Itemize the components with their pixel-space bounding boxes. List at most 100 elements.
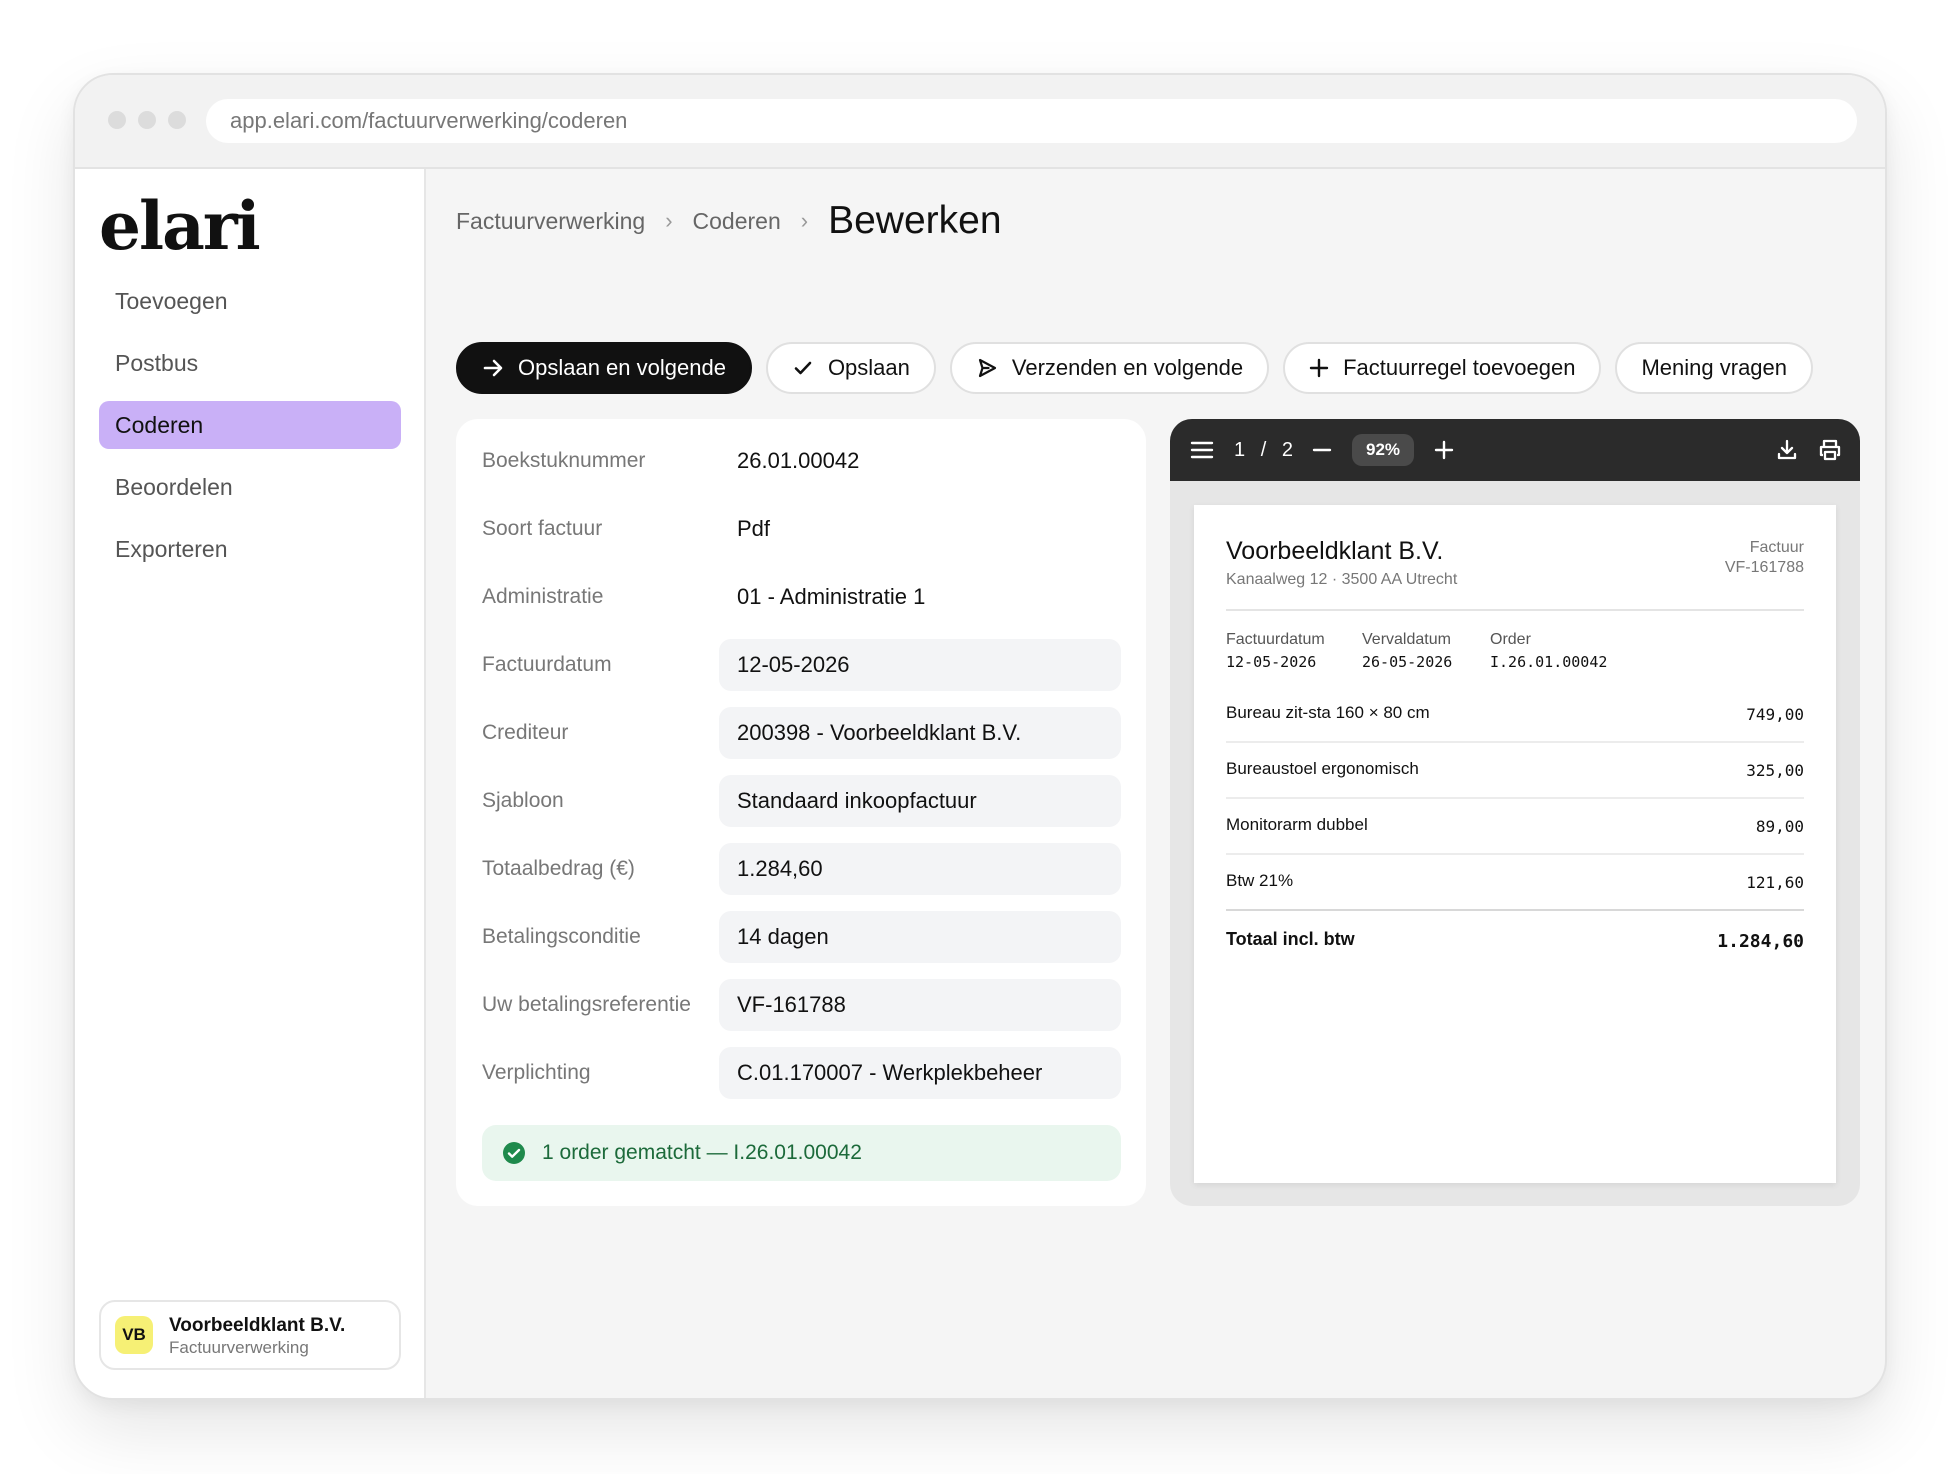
- field-value: Pdf: [737, 516, 771, 541]
- field-label: Administratie: [482, 585, 604, 608]
- pdf-toolbar: 1 / 2 92%: [1170, 419, 1860, 481]
- account-switcher[interactable]: VB Voorbeeldklant B.V. Factuurverwerking: [99, 1300, 401, 1370]
- page-separator: /: [1260, 439, 1267, 461]
- factuurdatum-input[interactable]: 12-05-2026: [719, 639, 1121, 691]
- plus-icon: [1309, 358, 1329, 378]
- field-verplichting: Verplichting C.01.170007 - Werkplekbehee…: [482, 1047, 1122, 1099]
- field-label: Crediteur: [482, 721, 569, 744]
- invoice-meta-factuurdatum: Factuurdatum 12-05-2026: [1226, 631, 1325, 671]
- betalingsreferentie-input[interactable]: VF-161788: [719, 979, 1121, 1031]
- save-next-button[interactable]: Opslaan en volgende: [456, 342, 752, 394]
- main-content: Factuurverwerking › Coderen › Bewerken O…: [428, 169, 1885, 1398]
- send-icon: [976, 357, 998, 379]
- field-factuurdatum: Factuurdatum 12-05-2026: [482, 639, 1122, 691]
- meta-label: Vervaldatum: [1362, 631, 1451, 648]
- meta-value: 26-05-2026: [1362, 653, 1453, 671]
- meta-label: Order: [1490, 631, 1531, 648]
- add-invoice-line-button[interactable]: Factuurregel toevoegen: [1283, 342, 1602, 394]
- save-label: Opslaan: [827, 355, 910, 380]
- address-bar[interactable]: app.elari.com/factuurverwerking/coderen: [206, 99, 1857, 143]
- invoice-page: Voorbeeldklant B.V. Kanaalweg 12 · 3500 …: [1194, 505, 1836, 1183]
- browser-titlebar: app.elari.com/factuurverwerking/coderen: [75, 75, 1885, 169]
- betalingsconditie-input[interactable]: 14 dagen: [719, 911, 1121, 963]
- field-label: Boekstuknummer: [482, 449, 646, 472]
- account-name: Voorbeeldklant B.V.: [169, 1315, 346, 1336]
- page-current: 1: [1234, 439, 1246, 461]
- field-crediteur: Crediteur 200398 - Voorbeeldklant B.V.: [482, 707, 1122, 759]
- sidebar-nav: Toevoegen Postbus Coderen Beoordelen Exp…: [99, 277, 401, 587]
- field-label: Verplichting: [482, 1061, 591, 1084]
- page-total: 2: [1281, 439, 1293, 461]
- field-betalingsreferentie: Uw betalingsreferentie VF-161788: [482, 979, 1122, 1031]
- field-label: Sjabloon: [482, 789, 564, 812]
- zoom-in-icon[interactable]: [1434, 440, 1454, 465]
- crediteur-input[interactable]: 200398 - Voorbeeldklant B.V.: [719, 707, 1121, 759]
- invoice-line: Monitorarm dubbel 89,00: [1226, 799, 1804, 855]
- sidebar-item-exporteren[interactable]: Exporteren: [99, 525, 401, 573]
- ask-opinion-label: Mening vragen: [1641, 355, 1788, 380]
- field-administratie: Administratie 01 - Administratie 1: [482, 571, 1122, 623]
- field-label: Soort factuur: [482, 517, 603, 540]
- send-next-label: Verzenden en volgende: [1011, 355, 1244, 380]
- window-close-dot[interactable]: [108, 111, 126, 129]
- totaalbedrag-input[interactable]: 1.284,60: [719, 843, 1121, 895]
- line-description: Monitorarm dubbel: [1226, 815, 1368, 834]
- line-amount: 89,00: [1755, 817, 1804, 836]
- window-maximize-dot[interactable]: [168, 111, 186, 129]
- sidebar-item-beoordelen[interactable]: Beoordelen: [99, 463, 401, 511]
- invoice-doc-type: Factuur: [1749, 539, 1804, 556]
- zoom-out-icon[interactable]: [1312, 440, 1332, 465]
- field-label: Totaalbedrag (€): [482, 857, 635, 880]
- line-amount: 749,00: [1746, 705, 1804, 724]
- avatar: VB: [115, 1316, 153, 1354]
- sidebar-item-toevoegen[interactable]: Toevoegen: [99, 277, 401, 325]
- page-title: Bewerken: [828, 199, 1002, 242]
- elari-logo[interactable]: elari: [99, 187, 261, 265]
- field-value: 26.01.00042: [737, 448, 860, 473]
- field-label: Uw betalingsreferentie: [482, 993, 691, 1016]
- sidebar: elari Toevoegen Postbus Coderen Beoordel…: [75, 169, 426, 1398]
- check-circle-icon: [502, 1141, 526, 1165]
- field-value: 01 - Administratie 1: [737, 584, 926, 609]
- total-amount: 1.284,60: [1717, 931, 1804, 952]
- invoice-form-card: Boekstuknummer 26.01.00042 Soort factuur…: [456, 419, 1146, 1206]
- print-icon[interactable]: [1818, 438, 1842, 467]
- invoice-line: Bureaustoel ergonomisch 325,00: [1226, 743, 1804, 799]
- invoice-meta-order: Order I.26.01.00042: [1490, 631, 1607, 671]
- sidebar-item-postbus[interactable]: Postbus: [99, 339, 401, 387]
- page-indicator: 1 / 2: [1234, 419, 1293, 481]
- breadcrumb-coderen[interactable]: Coderen: [693, 208, 781, 235]
- invoice-total-row: Totaal incl. btw 1.284,60: [1226, 917, 1804, 967]
- pdf-viewer: 1 / 2 92% Voorbeeldklant B.V. Kanaalweg …: [1170, 419, 1860, 1206]
- verplichting-input[interactable]: C.01.170007 - Werkplekbeheer: [719, 1047, 1121, 1099]
- save-next-label: Opslaan en volgende: [518, 355, 726, 380]
- breadcrumb-factuurverwerking[interactable]: Factuurverwerking: [456, 208, 645, 235]
- zoom-level[interactable]: 92%: [1352, 434, 1414, 466]
- line-description: Bureaustoel ergonomisch: [1226, 759, 1419, 778]
- sjabloon-input[interactable]: Standaard inkoopfactuur: [719, 775, 1121, 827]
- save-button[interactable]: Opslaan: [765, 342, 936, 394]
- line-amount: 121,60: [1746, 873, 1804, 892]
- send-next-button[interactable]: Verzenden en volgende: [949, 342, 1270, 394]
- add-invoice-line-label: Factuurregel toevoegen: [1343, 355, 1576, 380]
- account-subtitle: Factuurverwerking: [169, 1338, 309, 1357]
- meta-value: 12-05-2026: [1226, 653, 1317, 671]
- download-icon[interactable]: [1776, 439, 1798, 466]
- line-description: Btw 21%: [1226, 871, 1294, 890]
- arrow-right-icon: [482, 357, 504, 379]
- order-match-text: 1 order gematcht — I.26.01.00042: [542, 1141, 862, 1164]
- ask-opinion-button[interactable]: Mening vragen: [1615, 342, 1814, 394]
- menu-icon[interactable]: [1190, 440, 1214, 465]
- action-toolbar: Opslaan en volgende Opslaan Verzenden en…: [456, 342, 1827, 394]
- invoice-line: Bureau zit-sta 160 × 80 cm 749,00: [1226, 687, 1804, 743]
- field-label: Betalingsconditie: [482, 925, 641, 948]
- window-minimize-dot[interactable]: [138, 111, 156, 129]
- meta-label: Factuurdatum: [1226, 631, 1325, 648]
- chevron-right-icon: ›: [665, 208, 673, 233]
- invoice-company-name: Voorbeeldklant B.V.: [1226, 537, 1444, 565]
- browser-window: app.elari.com/factuurverwerking/coderen …: [73, 73, 1887, 1400]
- invoice-doc-number: VF-161788: [1724, 559, 1804, 576]
- sidebar-item-coderen[interactable]: Coderen: [99, 401, 401, 449]
- field-soort-factuur: Soort factuur Pdf: [482, 503, 1122, 555]
- field-sjabloon: Sjabloon Standaard inkoopfactuur: [482, 775, 1122, 827]
